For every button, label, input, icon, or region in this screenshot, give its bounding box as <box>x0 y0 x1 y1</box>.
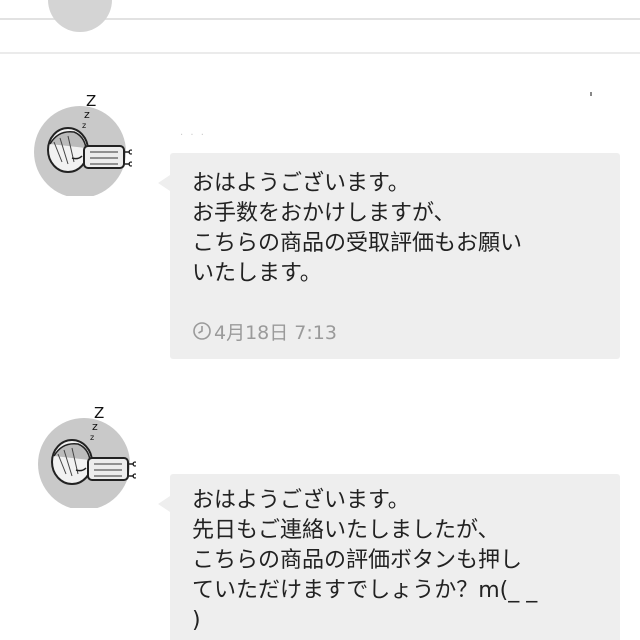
divider <box>0 52 640 54</box>
message-timestamp: 4月18日 7:13 <box>192 318 337 344</box>
message-line: いたします。 <box>192 261 322 286</box>
message-line: お手数をおかけしますが、 <box>192 201 456 226</box>
chat-screen: · · · Z z z おはようございます。 お手数をおかけしますが、 こちらの <box>0 0 640 640</box>
message-line: おはようございます。 <box>192 171 410 196</box>
svg-text:z: z <box>84 108 90 121</box>
clock-icon <box>192 321 212 341</box>
message-line: こちらの商品の評価ボタンも押し <box>192 548 523 573</box>
message-line: こちらの商品の受取評価もお願い <box>192 231 523 256</box>
svg-text:z: z <box>90 433 94 442</box>
message-line: ていただけますでしょうか？m(_ _ <box>192 578 538 603</box>
bubble-tail <box>158 175 170 191</box>
decorative-mark <box>590 92 592 96</box>
sleeping-person-avatar[interactable]: Z z z <box>32 404 138 510</box>
decorative-dots: · · · <box>180 130 206 141</box>
avatar-partial <box>48 0 112 32</box>
avatar-icon: Z z z <box>38 404 138 510</box>
sleeping-person-avatar[interactable]: Z z z <box>28 92 134 198</box>
message-line: 先日もご連絡いたしましたが、 <box>192 518 500 543</box>
timestamp-text: 4月18日 7:13 <box>214 321 337 344</box>
message-line: おはようございます。 <box>192 488 410 513</box>
message-line: ) <box>192 608 201 633</box>
message-bubble[interactable]: おはようございます。 お手数をおかけしますが、 こちらの商品の受取評価もお願い … <box>158 153 620 359</box>
svg-text:z: z <box>92 420 98 433</box>
bubble-tail <box>158 496 170 512</box>
message-bubble[interactable]: おはようございます。 先日もご連絡いたしましたが、 こちらの商品の評価ボタンも押… <box>158 474 620 640</box>
top-bar <box>0 0 640 32</box>
svg-text:z: z <box>82 121 86 130</box>
avatar-icon: Z z z <box>34 92 134 198</box>
